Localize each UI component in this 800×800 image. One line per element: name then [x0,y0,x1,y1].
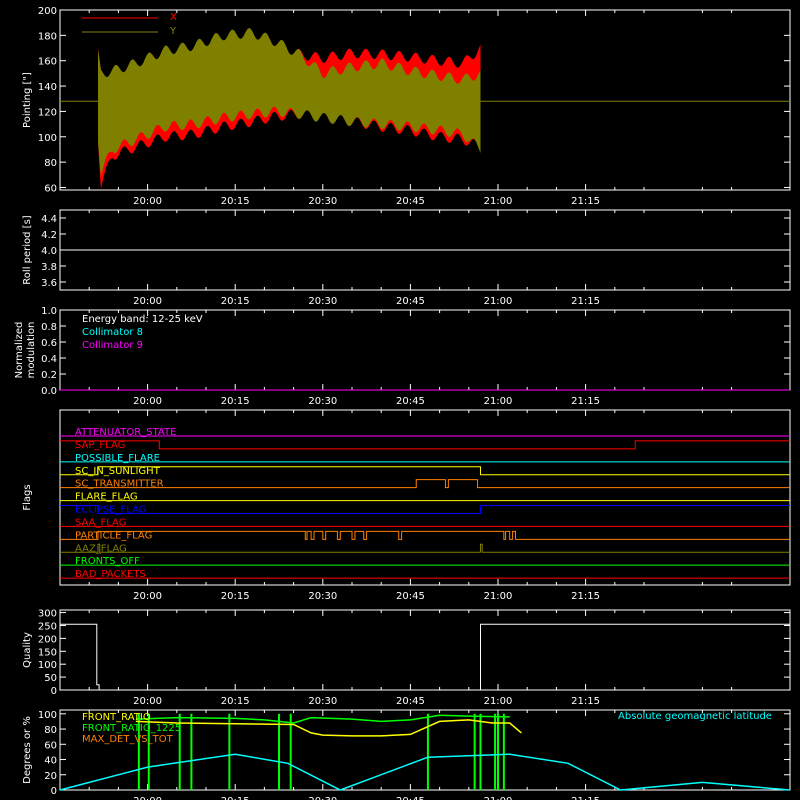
flags-x-tick-label: 20:30 [308,591,337,602]
roll-y-tick-label: 3.6 [41,278,57,289]
flag-label: PARTICLE_FLAG [75,530,152,541]
quality-x-tick-label: 20:30 [308,696,337,707]
degrees-y-tick-label: 0 [51,786,57,797]
quality-x-tick-label: 20:00 [133,696,162,707]
pointing-y-tick-label: 100 [38,133,57,144]
degrees-legend-label: FRONT_RATIO_1225 [82,723,181,734]
geomagnetic-latitude-label: Absolute geomagnetic latitude [618,711,772,722]
flags-x-tick-label: 21:00 [484,591,513,602]
flag-label: SAP_FLAG [75,440,125,451]
flag-label: FRONTS_OFF [75,556,140,567]
modulation-x-tick-label: 20:15 [221,396,250,407]
quality-x-tick-label: 20:15 [221,696,250,707]
flags-x-tick-label: 21:15 [571,591,600,602]
quality-x-tick-label: 21:00 [484,696,513,707]
modulation-y-tick-label: 0.2 [41,370,57,381]
spacecraft-summary-chart: 20:00 20:15 20:30 20:45 21:00 21:15 Pointing [… [0,0,800,800]
degrees-y-tick-label: 80 [44,725,57,736]
pointing-x-tick-label: 20:45 [396,196,425,207]
degrees-legend-label: MAX_DET_VS_TOT [82,734,174,745]
modulation-y-tick-label: 0.6 [41,338,57,349]
modulation-annotation: Energy band: 12-25 keV [82,314,203,325]
modulation-y-tick-label: 1.0 [41,306,57,317]
quality-y-tick-label: 150 [38,647,57,658]
degrees-y-tick-label: 60 [44,740,57,751]
roll-x-tick-label: 20:30 [308,296,337,307]
modulation-x-tick-label: 21:00 [484,396,513,407]
degrees-x-tick-label: 20:45 [396,796,425,800]
pointing-legend-label: Y [169,26,177,37]
quality-y-tick-label: 200 [38,634,57,645]
modulation-x-tick-label: 20:00 [133,396,162,407]
roll-x-tick-label: 20:15 [221,296,250,307]
roll-x-tick-label: 20:45 [396,296,425,307]
roll-x-tick-label: 21:15 [571,296,600,307]
pointing-y-tick-label: 80 [44,158,57,169]
quality-y-tick-label: 100 [38,660,57,671]
degrees-x-tick-label: 21:00 [484,796,513,800]
degrees-y-tick-label: 40 [44,756,57,767]
flags-x-tick-label: 20:00 [133,591,162,602]
flag-label: ATTENUATOR_STATE [75,427,176,438]
degrees-y-tick-label: 20 [44,771,57,782]
degrees-y-tick-label: 100 [38,710,57,721]
quality-y-tick-label: 250 [38,621,57,632]
pointing-y-tick-label: 200 [38,6,57,17]
modulation-y-tick-label: 0.8 [41,322,57,333]
modulation-y-tick-label: 0.4 [41,354,57,365]
flag-label: POSSIBLE_FLARE [75,453,160,464]
roll-x-tick-label: 20:00 [133,296,162,307]
flag-label: SC_TRANSMITTER [75,479,164,490]
quality-x-tick-label: 20:45 [396,696,425,707]
roll-y-tick-label: 3.8 [41,262,57,273]
flag-label: SC_IN_SUNLIGHT [75,466,161,477]
flag-label: AAZ_FLAG [75,543,127,554]
degrees-ylabel: Degrees or % [22,716,33,784]
roll-x-tick-label: 21:00 [484,296,513,307]
flags-x-tick-label: 20:15 [221,591,250,602]
pointing-x-tick-label: 21:00 [484,196,513,207]
modulation-x-tick-label: 21:15 [571,396,600,407]
flags-x-tick-label: 20:45 [396,591,425,602]
pointing-y-tick-label: 120 [38,107,57,118]
pointing-x-tick-label: 21:15 [571,196,600,207]
pointing-y-tick-label: 140 [38,82,57,93]
modulation-ylabel: modulation [26,322,37,379]
quality-ylabel: Quality [22,632,33,668]
flag-label: SAA_FLAG [75,517,126,528]
roll-y-tick-label: 4.2 [41,230,57,241]
pointing-y-tick-label: 180 [38,31,57,42]
modulation-annotation: Collimator 9 [82,340,143,351]
pointing-y-tick-label: 160 [38,57,57,68]
quality-y-tick-label: 0 [51,686,57,697]
modulation-x-tick-label: 20:30 [308,396,337,407]
roll-ylabel: Roll period [s] [22,215,33,284]
pointing-x-tick-label: 20:15 [221,196,250,207]
roll-y-tick-label: 4.4 [41,214,57,225]
modulation-ylabel: Normalized [14,322,25,379]
modulation-y-tick-label: 0.0 [41,386,57,397]
flag-label: FLARE_FLAG [75,492,138,503]
pointing-legend-label: X [170,12,177,23]
flag-label: BAD_PACKETS [75,569,146,580]
modulation-annotation: Collimator 8 [82,327,143,338]
flags-ylabel: Flags [22,484,33,510]
degrees-x-tick-label: 20:00 [133,796,162,800]
pointing-y-tick-label: 60 [44,183,57,194]
flag-label: ECLIPSE_FLAG [75,505,146,516]
quality-x-tick-label: 21:15 [571,696,600,707]
pointing-x-tick-label: 20:00 [133,196,162,207]
modulation-x-tick-label: 20:45 [396,396,425,407]
pointing-x-tick-label: 20:30 [308,196,337,207]
degrees-x-tick-label: 21:15 [571,796,600,800]
degrees-x-tick-label: 20:30 [308,796,337,800]
roll-y-tick-label: 4.0 [41,246,57,257]
degrees-x-tick-label: 20:15 [221,796,250,800]
quality-y-tick-label: 300 [38,609,57,620]
pointing-ylabel: Pointing ["] [22,72,33,128]
quality-y-tick-label: 50 [44,673,57,684]
degrees-legend-label: FRONT_RATIO [82,712,151,723]
